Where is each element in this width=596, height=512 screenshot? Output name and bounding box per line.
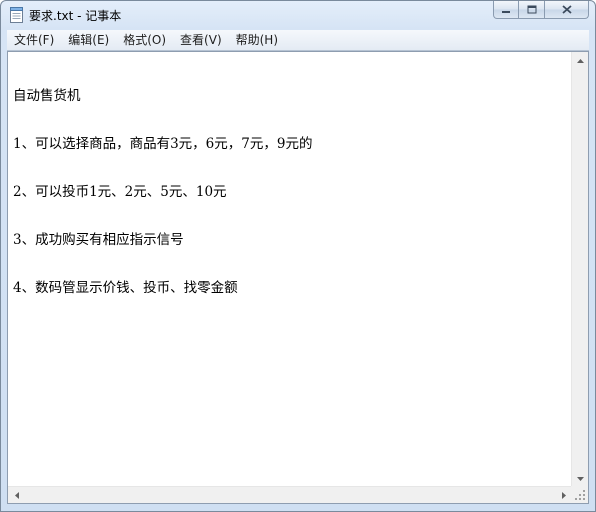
- menu-edit[interactable]: 编辑(E): [61, 30, 116, 50]
- title-bar[interactable]: 要求.txt - 记事本: [1, 1, 595, 29]
- close-button[interactable]: [545, 1, 589, 19]
- document-line: 3、成功购买有相应指示信号: [13, 232, 184, 248]
- notepad-window: 要求.txt - 记事本 文件(F) 编辑(E) 格式(O) 查看(V) 帮助(…: [0, 0, 596, 512]
- editor-client-area: 自动售货机 1、可以选择商品，商品有3元，6元，7元，9元的 2、可以投币1元、…: [7, 51, 589, 504]
- scroll-right-arrow-icon: [561, 492, 566, 499]
- document-line: 1、可以选择商品，商品有3元，6元，7元，9元的: [13, 136, 313, 152]
- scroll-down-button[interactable]: [572, 470, 589, 487]
- maximize-icon: [527, 5, 536, 14]
- text-editor[interactable]: 自动售货机 1、可以选择商品，商品有3元，6元，7元，9元的 2、可以投币1元、…: [8, 52, 572, 487]
- menu-bar: 文件(F) 编辑(E) 格式(O) 查看(V) 帮助(H): [7, 30, 589, 51]
- caption-buttons: [493, 1, 589, 20]
- minimize-icon: [502, 10, 510, 13]
- menu-file[interactable]: 文件(F): [7, 30, 61, 50]
- close-icon: [561, 5, 572, 14]
- document-line: 4、数码管显示价钱、投币、找零金额: [13, 280, 238, 296]
- vertical-scrollbar[interactable]: [571, 52, 588, 487]
- notepad-icon: [10, 7, 23, 23]
- scroll-down-arrow-icon: [577, 476, 584, 481]
- scroll-right-button[interactable]: [555, 487, 572, 504]
- scroll-left-button[interactable]: [8, 487, 25, 504]
- menu-format[interactable]: 格式(O): [116, 30, 173, 50]
- minimize-button[interactable]: [493, 1, 519, 19]
- resize-grip[interactable]: [571, 486, 588, 503]
- menu-help[interactable]: 帮助(H): [229, 30, 285, 50]
- scroll-left-arrow-icon: [14, 492, 19, 499]
- scroll-up-arrow-icon: [577, 58, 584, 63]
- menu-view[interactable]: 查看(V): [173, 30, 229, 50]
- scroll-up-button[interactable]: [572, 52, 589, 69]
- resize-grip-icon: [575, 490, 585, 500]
- maximize-button[interactable]: [519, 1, 545, 19]
- horizontal-scrollbar[interactable]: [8, 486, 572, 503]
- window-title: 要求.txt - 记事本: [29, 9, 122, 23]
- document-line: 2、可以投币1元、2元、5元、10元: [13, 184, 227, 200]
- document-line: 自动售货机: [13, 88, 81, 104]
